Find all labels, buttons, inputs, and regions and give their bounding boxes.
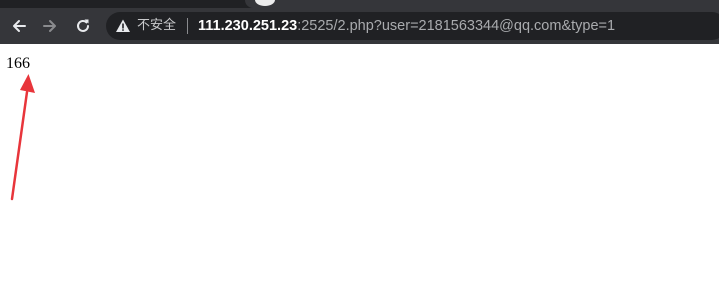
warning-triangle-icon[interactable] xyxy=(115,18,131,34)
url-path-query: :2525/2.php?user=2181563344@qq.com&type=… xyxy=(297,18,616,34)
tab-favicon xyxy=(255,0,275,6)
url-host: 111.230.251.23 xyxy=(198,18,298,34)
active-tab[interactable] xyxy=(245,0,719,8)
address-bar[interactable]: 不安全 111.230.251.23:2525/2.php?user=21815… xyxy=(106,12,719,40)
security-status-label[interactable]: 不安全 xyxy=(137,18,176,34)
reload-button[interactable] xyxy=(68,11,98,41)
tab-strip xyxy=(0,0,719,8)
red-arrow-annotation xyxy=(10,74,35,201)
page-content: 166 xyxy=(0,44,719,282)
url-text[interactable]: 111.230.251.23:2525/2.php?user=218156334… xyxy=(198,18,615,34)
arrow-left-icon xyxy=(13,20,26,32)
browser-toolbar: 不安全 111.230.251.23:2525/2.php?user=21815… xyxy=(0,8,719,44)
reload-icon xyxy=(77,19,89,32)
forward-button[interactable] xyxy=(35,11,65,41)
omnibox-divider xyxy=(187,18,188,34)
back-button[interactable] xyxy=(4,11,34,41)
arrow-right-icon xyxy=(43,20,56,32)
